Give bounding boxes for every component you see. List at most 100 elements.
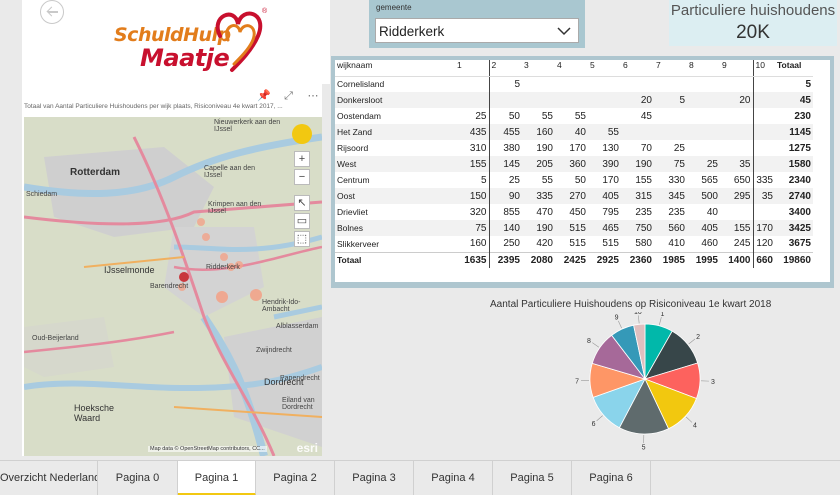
column-header[interactable]: 9 bbox=[720, 60, 754, 77]
locate-icon[interactable] bbox=[292, 124, 312, 144]
value-cell: 190 bbox=[536, 142, 553, 154]
zoom-in-button[interactable]: + bbox=[294, 151, 310, 167]
value-cell bbox=[588, 108, 621, 124]
column-header[interactable]: 7 bbox=[654, 60, 687, 77]
row-label-cell: Totaal bbox=[335, 251, 455, 268]
table-row[interactable]: Donkersloot 20 5 20 45 bbox=[335, 92, 813, 108]
value-cell bbox=[455, 92, 490, 108]
column-header[interactable]: 5 bbox=[588, 60, 621, 77]
value-cell: 5 bbox=[514, 78, 520, 90]
pie-slice-label: 4 bbox=[693, 423, 697, 430]
page-tab[interactable]: Pagina 2 bbox=[256, 461, 335, 495]
value-cell bbox=[753, 140, 775, 156]
column-header[interactable]: 8 bbox=[687, 60, 720, 77]
rect-select-icon[interactable]: ▭ bbox=[294, 213, 310, 229]
column-header[interactable]: wijknaam bbox=[335, 60, 455, 77]
table-row[interactable]: Bolnes 75 140 190 515 465 750 560 405 155 170 3425 bbox=[335, 220, 813, 236]
value-cell: 515 bbox=[569, 238, 586, 250]
lasso-select-icon[interactable]: ⬚ bbox=[294, 231, 310, 247]
table-row[interactable]: Rijsoord 310 380 190 170 130 70 25 1275 bbox=[335, 140, 813, 156]
visual-header: 📌 ⤢ ⋯ bbox=[251, 86, 320, 103]
value-cell: 55 bbox=[588, 124, 621, 140]
value-cell bbox=[621, 124, 654, 140]
report-canvas: SchuldHulp Maatje ® gemeente Ridderkerk … bbox=[0, 0, 840, 460]
map-canvas[interactable]: Rotterdam Schiedam Capelle aan den IJsse… bbox=[24, 117, 322, 456]
value-cell: 155 bbox=[720, 220, 754, 236]
value-cell: 70 bbox=[640, 142, 652, 154]
focus-mode-icon[interactable]: ⤢ bbox=[282, 89, 296, 103]
back-arrow-icon[interactable] bbox=[40, 0, 64, 24]
value-cell: 25 bbox=[508, 174, 520, 186]
column-header[interactable]: Totaal bbox=[775, 60, 813, 77]
select-arrow-icon[interactable]: ↖ bbox=[294, 195, 310, 211]
row-label-cell: Centrum bbox=[337, 175, 370, 185]
table-row[interactable]: Slikkerveer 160 250 420 515 515 580 410 460 245 12… bbox=[335, 236, 813, 252]
card-label: Particuliere huishoudens bbox=[670, 2, 836, 19]
value-cell bbox=[720, 76, 754, 92]
value-cell: 405 bbox=[588, 188, 621, 204]
value-cell bbox=[753, 108, 775, 124]
pin-icon[interactable]: 📌 bbox=[257, 89, 271, 103]
column-header[interactable]: 10 bbox=[753, 60, 775, 77]
map-label: Zwijndrecht bbox=[256, 347, 292, 354]
value-cell: 295 bbox=[720, 188, 754, 204]
value-cell bbox=[455, 76, 490, 92]
pie-leader-line bbox=[659, 317, 662, 325]
value-cell bbox=[720, 108, 754, 124]
map-label: Capelle aan den IJssel bbox=[204, 165, 255, 179]
value-cell bbox=[720, 204, 754, 220]
value-cell: 1985 bbox=[654, 251, 687, 268]
value-cell: 75 bbox=[455, 220, 490, 236]
table-row[interactable]: Cornelisland 5 5 bbox=[335, 76, 813, 92]
column-header[interactable]: 6 bbox=[621, 60, 654, 77]
row-label-cell: Het Zand bbox=[335, 124, 455, 140]
column-header[interactable]: 3 bbox=[522, 60, 555, 77]
pie-slice-label: 5 bbox=[642, 444, 646, 451]
value-cell: 35 bbox=[720, 156, 754, 172]
value-cell bbox=[555, 92, 588, 108]
column-header[interactable]: 4 bbox=[555, 60, 588, 77]
value-cell: 390 bbox=[588, 156, 621, 172]
page-tab[interactable]: Pagina 6 bbox=[572, 461, 651, 495]
table-total-row[interactable]: Totaal 1635 2395 2080 2425 2925 2360 1985 1995 14… bbox=[335, 251, 813, 268]
pie-chart[interactable]: 1 2 3 4 5 6 7 8 9 10 bbox=[560, 312, 730, 462]
table-row[interactable]: Oostendam 25 50 55 55 45 230 bbox=[335, 108, 813, 124]
table-row[interactable]: Centrum 5 25 55 50 170 155 330 565 650 335 2340 bbox=[335, 172, 813, 188]
value-cell: 405 bbox=[687, 220, 720, 236]
value-cell: 75 bbox=[654, 156, 687, 172]
value-cell: 155 bbox=[635, 174, 652, 186]
gemeente-dropdown[interactable]: Ridderkerk bbox=[375, 18, 579, 43]
page-tab[interactable]: Overzicht Nederland bbox=[0, 461, 98, 495]
map-label: IJsselmonde bbox=[104, 265, 155, 275]
pie-leader-line bbox=[618, 320, 622, 329]
value-cell: 560 bbox=[654, 220, 687, 236]
row-label-cell: Oostendam bbox=[337, 111, 381, 121]
page-tab[interactable]: Pagina 3 bbox=[335, 461, 414, 495]
value-cell: 205 bbox=[522, 156, 555, 172]
value-cell: 50 bbox=[508, 110, 520, 122]
value-cell: 155 bbox=[455, 156, 490, 172]
value-cell: 2740 bbox=[775, 188, 813, 204]
more-options-icon[interactable]: ⋯ bbox=[306, 89, 320, 103]
value-cell: 320 bbox=[455, 204, 490, 220]
value-cell: 855 bbox=[503, 206, 520, 218]
page-tab[interactable]: Pagina 1 bbox=[178, 461, 256, 495]
value-cell bbox=[753, 204, 775, 220]
table-row[interactable]: Oost 150 90 335 270 405 315 345 500 295 35 2740 bbox=[335, 188, 813, 204]
value-cell bbox=[687, 92, 720, 108]
zoom-out-button[interactable]: − bbox=[294, 169, 310, 185]
value-cell: 45 bbox=[640, 110, 652, 122]
value-cell bbox=[588, 92, 621, 108]
value-cell: 40 bbox=[555, 124, 588, 140]
page-tab[interactable]: Pagina 0 bbox=[98, 461, 178, 495]
table-row[interactable]: Drievliet 320 855 470 450 795 235 235 40 3400 bbox=[335, 204, 813, 220]
table-row[interactable]: Het Zand 435 455 160 40 55 1145 bbox=[335, 124, 813, 140]
page-tab[interactable]: Pagina 5 bbox=[493, 461, 572, 495]
value-cell bbox=[687, 76, 720, 92]
column-header[interactable]: 1 bbox=[455, 60, 490, 77]
value-cell: 380 bbox=[503, 142, 520, 154]
column-header[interactable]: 2 bbox=[489, 60, 522, 77]
table-row[interactable]: West 155 145 205 360 390 190 75 25 35 1580 bbox=[335, 156, 813, 172]
page-tab[interactable]: Pagina 4 bbox=[414, 461, 493, 495]
value-cell: 130 bbox=[602, 142, 619, 154]
